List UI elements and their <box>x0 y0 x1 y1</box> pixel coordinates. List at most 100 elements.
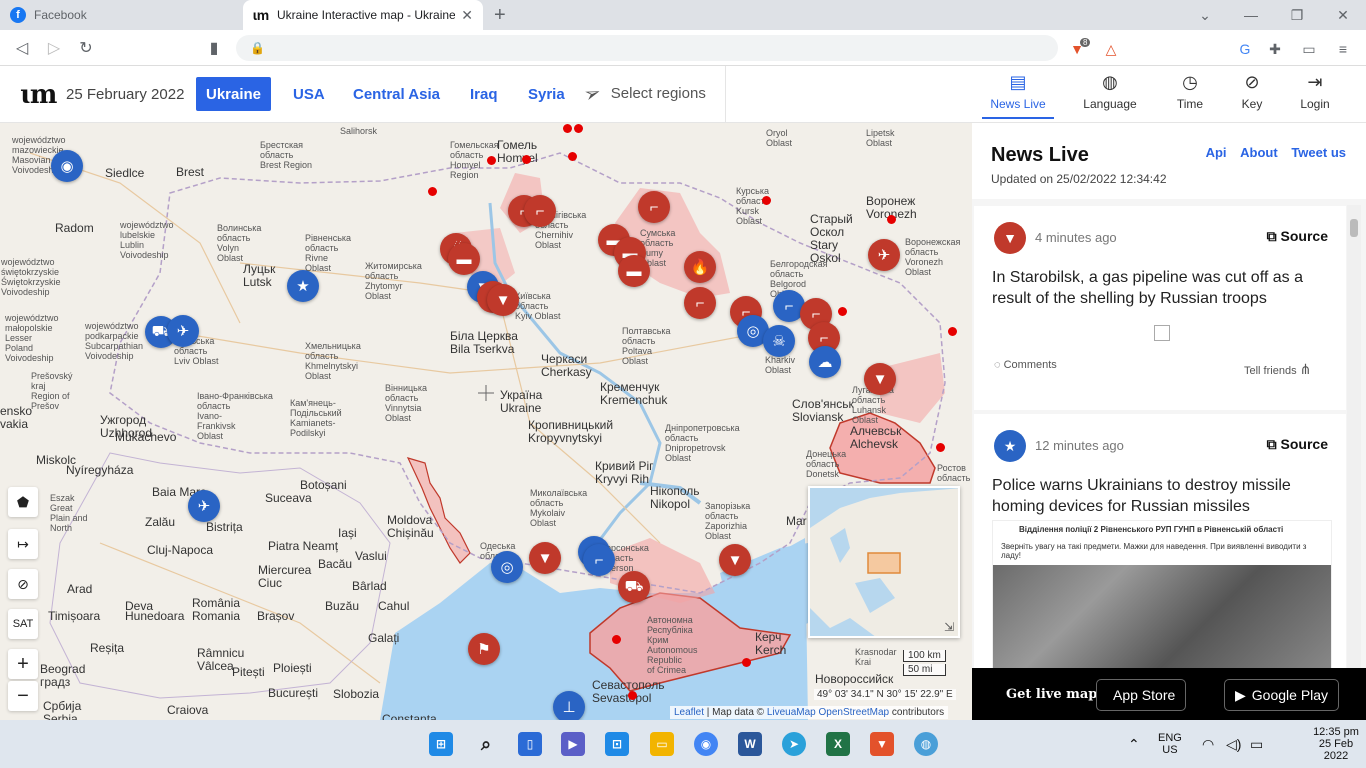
chat-icon[interactable]: ▶ <box>561 732 585 756</box>
map-marker-truck-icon[interactable]: ⛟ <box>618 571 650 603</box>
bookmark-icon[interactable]: ▮ <box>202 38 226 58</box>
chrome-icon[interactable]: ◉ <box>694 732 718 756</box>
nav-key[interactable]: ⊘ Key <box>1216 72 1288 111</box>
news-image[interactable]: Відділення поліції 2 Рівненського РУП ГУ… <box>992 520 1332 668</box>
nav-news-live[interactable]: ▤ News Live <box>982 72 1054 119</box>
comments-link[interactable]: ◌ Comments <box>994 359 1057 371</box>
map-marker-rifle-icon[interactable]: ⌐ <box>638 191 670 223</box>
event-dot[interactable] <box>574 124 583 133</box>
task-view-icon[interactable]: ▯ <box>518 732 542 756</box>
app-store-button[interactable]: App Store <box>1096 679 1187 711</box>
map-marker-explosion-icon[interactable]: ☁ <box>809 346 841 378</box>
nav-login[interactable]: ⇥ Login <box>1279 72 1351 111</box>
zoom-in-button[interactable]: + <box>8 649 38 679</box>
event-dot[interactable] <box>487 156 496 165</box>
event-dot[interactable] <box>838 307 847 316</box>
map-marker-airplane-icon[interactable]: ✈ <box>167 315 199 347</box>
region-tab-usa[interactable]: USA <box>283 77 335 111</box>
event-dot[interactable] <box>948 327 957 336</box>
current-date[interactable]: 25 February 2022 <box>66 86 184 103</box>
satellite-toggle[interactable]: SAT <box>8 609 38 639</box>
wifi-icon[interactable]: ◠ <box>1202 720 1214 768</box>
translate-icon[interactable]: G <box>1234 38 1256 60</box>
event-dot[interactable] <box>742 658 751 667</box>
event-dot[interactable] <box>887 215 896 224</box>
map-marker-lifebuoy-icon[interactable]: ◎ <box>491 551 523 583</box>
source-link[interactable]: ⧉ Source <box>1267 436 1328 453</box>
leaflet-link[interactable]: Leaflet <box>674 707 704 718</box>
event-dot[interactable] <box>568 152 577 161</box>
event-dot[interactable] <box>428 187 437 196</box>
globe-app-icon[interactable]: ◍ <box>914 732 938 756</box>
word-icon[interactable]: W <box>738 732 762 756</box>
back-button[interactable]: ◁ <box>10 38 34 58</box>
wallet-icon[interactable]: ▭ <box>1298 38 1320 60</box>
tab-search-icon[interactable]: ⌄ <box>1182 0 1228 30</box>
start-icon[interactable]: ⊞ <box>429 732 453 756</box>
map-marker-tank-icon[interactable]: ▬ <box>448 243 480 275</box>
map-marker-radar-icon[interactable]: ◉ <box>51 150 83 182</box>
event-dot[interactable] <box>628 691 637 700</box>
browser-tab-liveuamap[interactable]: ɩm Ukraine Interactive map - Ukraine ✕ <box>243 0 483 30</box>
store-icon[interactable]: ⊡ <box>605 732 629 756</box>
select-regions-button[interactable]: ➢ Select regions <box>581 81 706 107</box>
region-tab-syria[interactable]: Syria <box>518 77 575 111</box>
map-marker-skull-icon[interactable]: ☠ <box>763 325 795 357</box>
clock[interactable]: 12:35 pm 25 Feb 2022 <box>1306 720 1366 768</box>
map-marker-missile-icon[interactable]: ▼ <box>529 542 561 574</box>
nav-language[interactable]: ◍ Language <box>1074 72 1146 111</box>
volume-icon[interactable]: ◁) <box>1226 720 1241 768</box>
close-tab-icon[interactable]: ✕ <box>461 7 473 24</box>
search-icon[interactable]: ⌕ <box>474 732 498 756</box>
browser-tab-facebook[interactable]: f Facebook <box>0 0 240 30</box>
map-marker-star-icon[interactable]: ★ <box>287 270 319 302</box>
event-dot[interactable] <box>522 155 531 164</box>
map-marker-missile-icon[interactable]: ▼ <box>487 284 519 316</box>
news-item[interactable]: ★ 12 minutes ago ⧉ Source Police warns U… <box>974 414 1346 668</box>
tell-friends-link[interactable]: Tell friends ⋔ <box>1244 361 1311 378</box>
osm-link[interactable]: OpenStreetMap <box>819 707 890 718</box>
map-marker-antenna-icon[interactable]: ⊥ <box>553 691 585 720</box>
event-dot[interactable] <box>936 443 945 452</box>
brave-rewards-icon[interactable]: △ <box>1100 38 1122 60</box>
region-tab-ukraine[interactable]: Ukraine <box>196 77 272 111</box>
google-play-button[interactable]: ▶ Google Play <box>1224 679 1340 711</box>
region-tab-central-asia[interactable]: Central Asia <box>343 77 450 111</box>
minimize-button[interactable]: — <box>1228 0 1274 30</box>
close-window-button[interactable]: ✕ <box>1320 0 1366 30</box>
measure-button[interactable]: ↦ <box>8 529 38 559</box>
about-link[interactable]: About <box>1240 145 1278 160</box>
region-tab-iraq[interactable]: Iraq <box>460 77 508 111</box>
map-marker-missile-icon[interactable]: ▼ <box>719 544 751 576</box>
liveuamap-link[interactable]: LiveuaMap <box>767 707 816 718</box>
api-link[interactable]: Api <box>1206 145 1227 160</box>
language-indicator[interactable]: ENG US <box>1158 720 1182 768</box>
map-canvas[interactable]: Salihorsk Гомельская область Homyel Regio… <box>0 123 972 720</box>
new-tab-button[interactable]: + <box>494 4 506 27</box>
menu-icon[interactable]: ≡ <box>1332 38 1354 60</box>
tweet-us-link[interactable]: Tweet us <box>1291 145 1346 160</box>
map-marker-tank-icon[interactable]: ▬ <box>618 255 650 287</box>
liveuamap-logo[interactable]: ɩm <box>20 80 57 110</box>
minimap[interactable]: ⇲ <box>808 486 960 638</box>
map-marker-missile-icon[interactable]: ▼ <box>864 363 896 395</box>
map-marker-rifle-icon[interactable]: ⌐ <box>524 195 556 227</box>
battery-icon[interactable]: ▭ <box>1250 720 1263 768</box>
address-bar[interactable]: 🔒 <box>236 35 1058 61</box>
map-marker-airplane-icon[interactable]: ✈ <box>188 490 220 522</box>
map-marker-rifle-icon[interactable]: ⌐ <box>684 287 716 319</box>
excel-icon[interactable]: X <box>826 732 850 756</box>
brave-icon[interactable]: ▼ <box>870 732 894 756</box>
hide-layers-button[interactable]: ⊘ <box>8 569 38 599</box>
map-marker-fire-icon[interactable]: 🔥 <box>684 251 716 283</box>
map-marker-flag-icon[interactable]: ⚑ <box>468 633 500 665</box>
zoom-out-button[interactable]: − <box>8 681 38 711</box>
event-dot[interactable] <box>612 635 621 644</box>
event-dot[interactable] <box>762 196 771 205</box>
file-explorer-icon[interactable]: ▭ <box>650 732 674 756</box>
reload-button[interactable]: ↻ <box>74 38 98 58</box>
news-scrollbar[interactable] <box>1347 205 1361 668</box>
news-item[interactable]: ▼ 4 minutes ago ⧉ Source In Starobilsk, … <box>974 206 1346 410</box>
draw-polygon-button[interactable]: ⬟ <box>8 487 38 517</box>
map-marker-airplane-icon[interactable]: ✈ <box>868 239 900 271</box>
